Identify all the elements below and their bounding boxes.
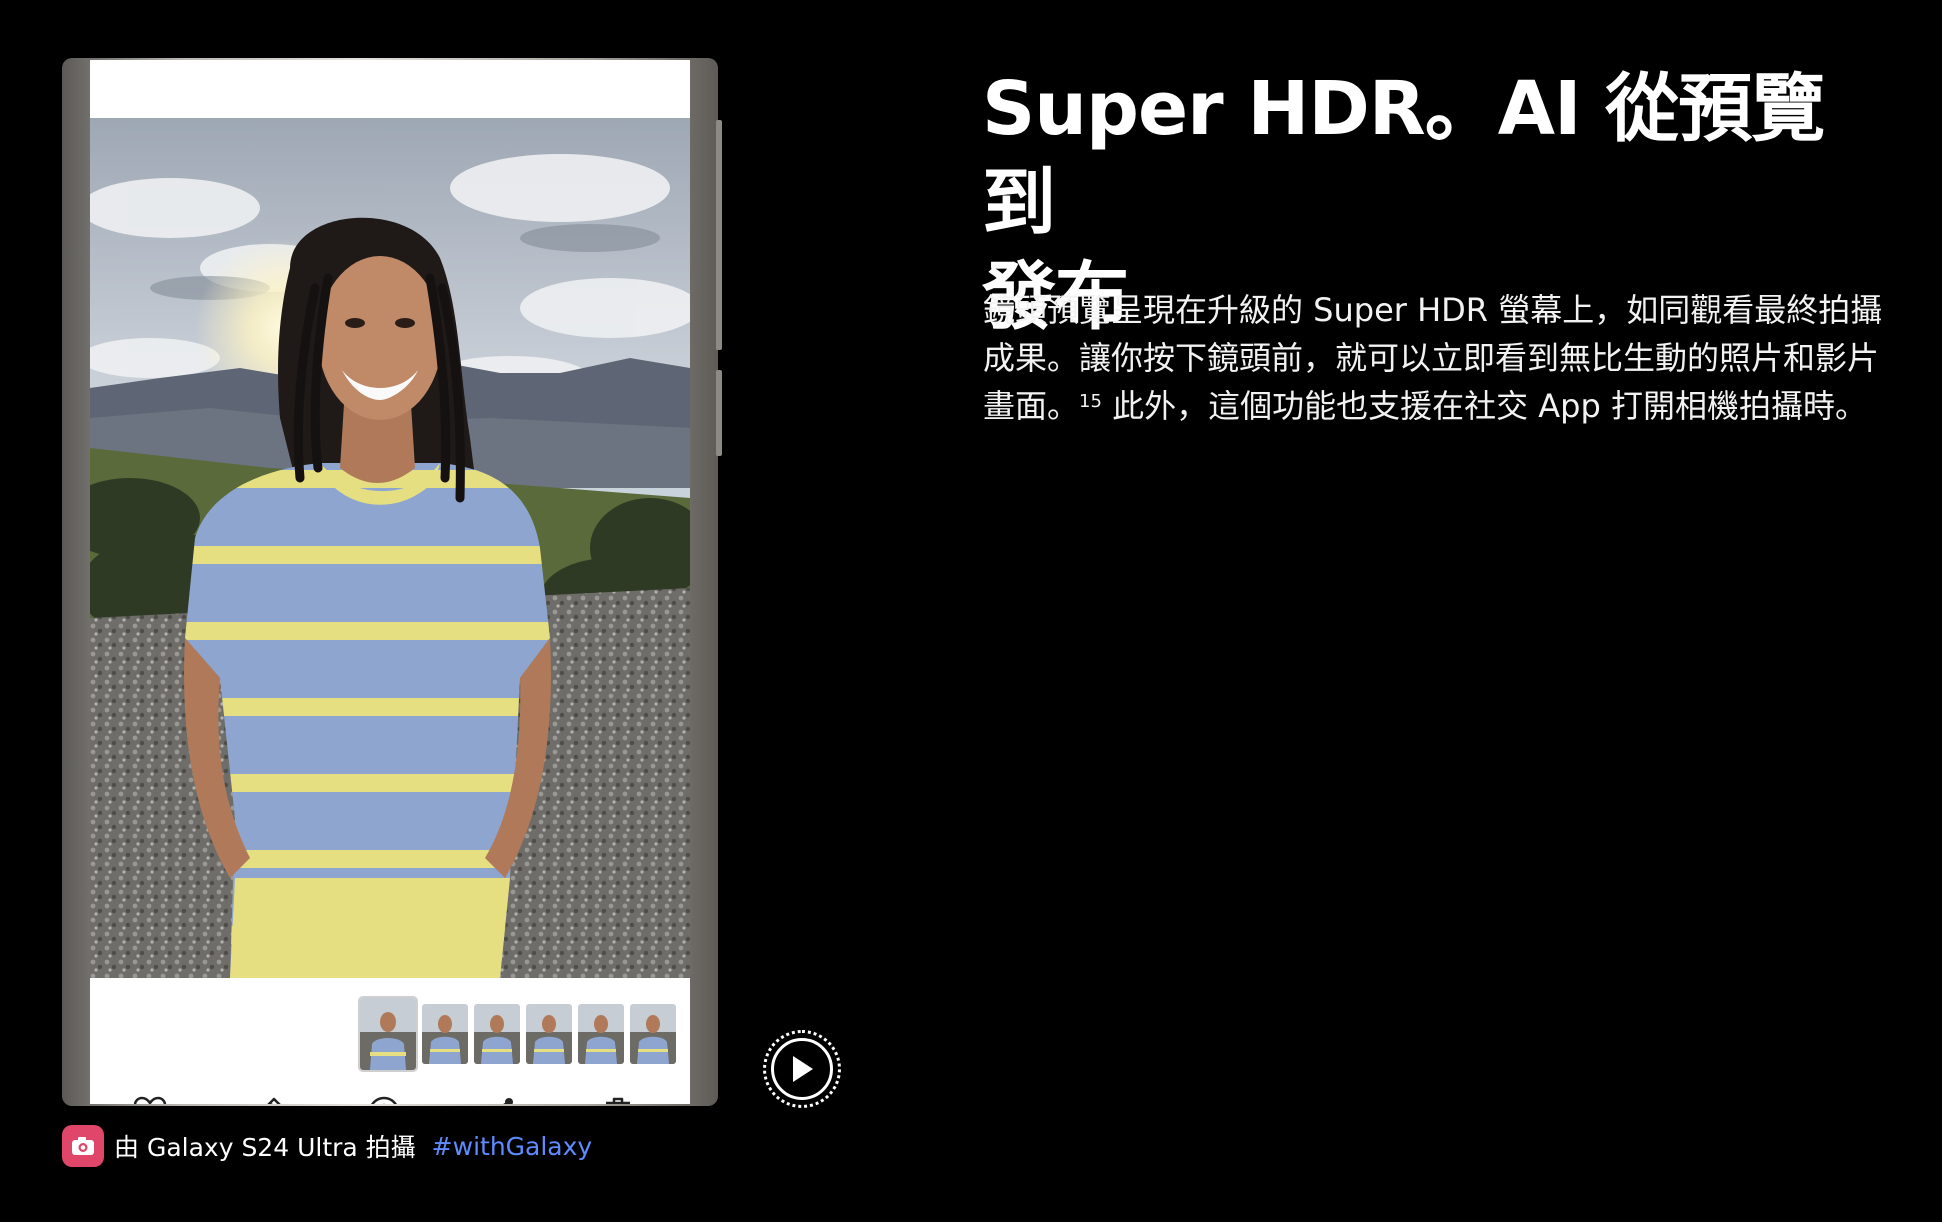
heart-icon xyxy=(133,1096,167,1104)
portrait-photo xyxy=(90,118,690,978)
details-button[interactable] xyxy=(362,1090,406,1104)
camera-icon xyxy=(62,1125,104,1167)
thumbnail-item[interactable] xyxy=(474,1004,520,1064)
gallery-action-bar xyxy=(90,1090,690,1104)
pencil-icon xyxy=(267,1097,281,1104)
info-icon xyxy=(371,1096,397,1104)
trash-icon xyxy=(606,1097,630,1104)
thumbnail-item[interactable] xyxy=(630,1004,676,1064)
thumbnail-item-selected[interactable] xyxy=(358,996,418,1072)
edit-button[interactable] xyxy=(245,1090,289,1104)
play-icon xyxy=(793,1056,813,1082)
thumbnail-item[interactable] xyxy=(578,1004,624,1064)
description-text-continued: 此外，這個功能也支援在社交 App 打開相機拍攝時。 xyxy=(1101,387,1867,425)
share-icon xyxy=(503,1098,513,1104)
phone-mockup xyxy=(62,58,722,1106)
phone-volume-button xyxy=(716,120,722,350)
share-button[interactable] xyxy=(479,1090,523,1104)
footnote-link[interactable]: 15 xyxy=(1079,391,1102,412)
thumbnail-strip xyxy=(358,996,676,1072)
caption-text: 由 Galaxy S24 Ultra 拍攝 xyxy=(114,1133,416,1162)
hashtag-link[interactable]: #withGalaxy xyxy=(432,1132,593,1161)
photo-caption: 由 Galaxy S24 Ultra 拍攝 #withGalaxy xyxy=(62,1125,592,1167)
phone-power-button xyxy=(716,370,722,456)
phone-screen xyxy=(90,60,690,1104)
feature-description: 鏡頭預覽呈現在升級的 Super HDR 螢幕上，如同觀看最終拍攝成果。讓你按下… xyxy=(983,286,1893,430)
thumbnail-item[interactable] xyxy=(422,1004,468,1064)
page-title-line-1: Super HDR。AI 從預覽到 xyxy=(982,66,1825,246)
thumbnail-item[interactable] xyxy=(526,1004,572,1064)
delete-button[interactable] xyxy=(596,1090,640,1104)
video-play-button[interactable] xyxy=(763,1030,841,1108)
favorite-button[interactable] xyxy=(128,1090,172,1104)
gallery-top-bar xyxy=(90,60,690,118)
